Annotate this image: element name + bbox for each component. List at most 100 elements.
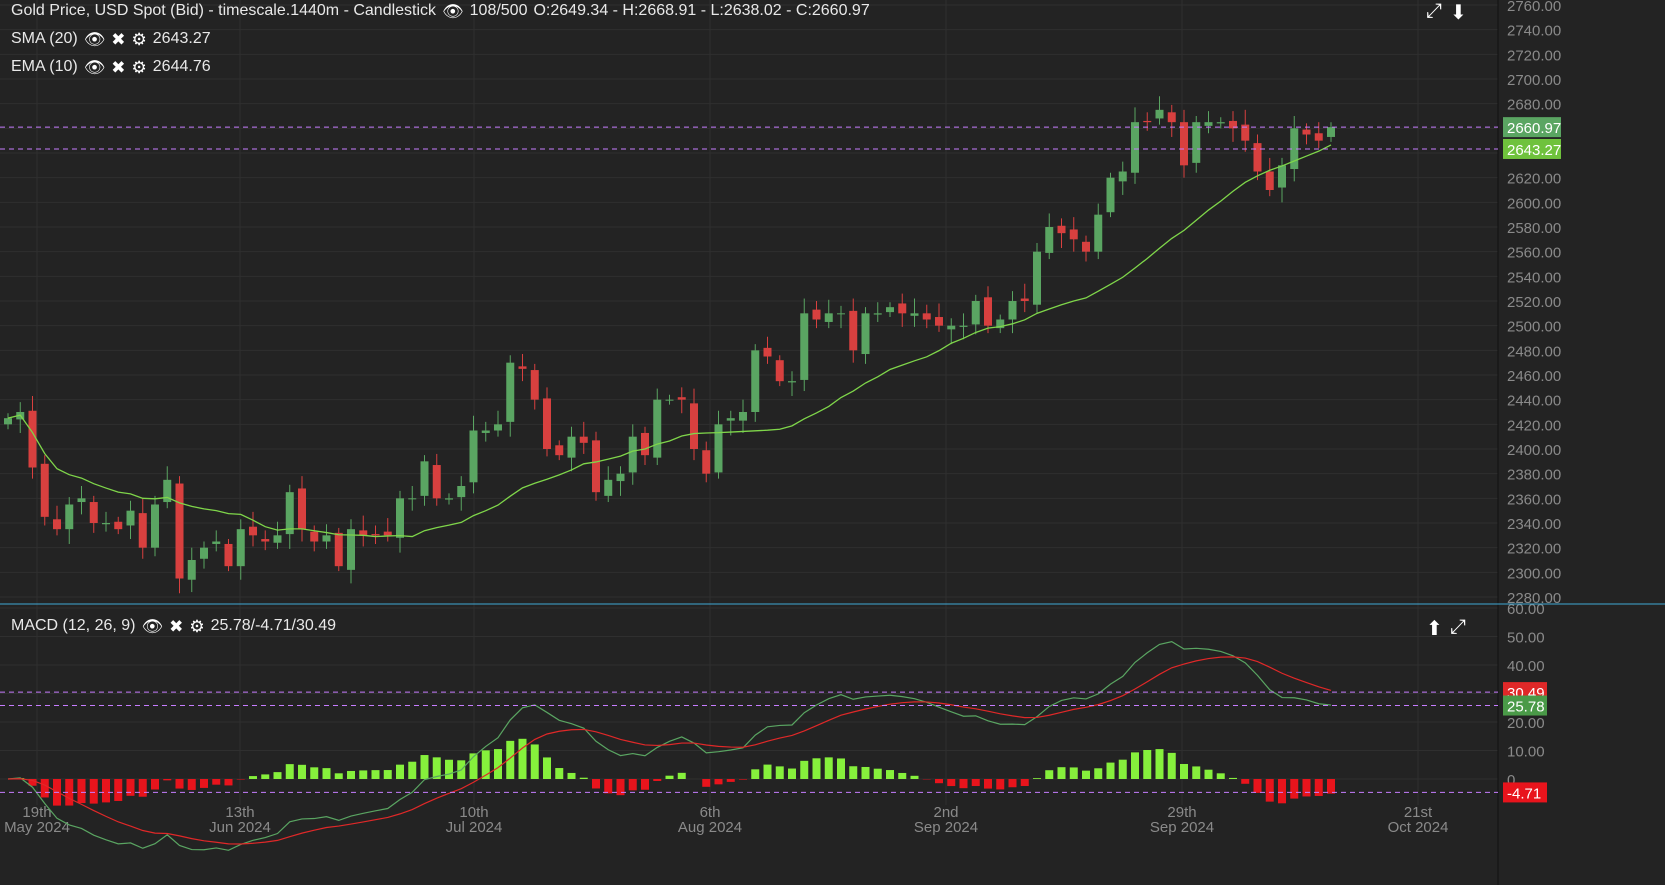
date-tick-month: May 2024 [4, 819, 70, 836]
eye-icon[interactable]: 👁 [141, 618, 163, 635]
candle-body [751, 350, 760, 412]
candle-body [1278, 165, 1286, 188]
macd-histogram-bar [677, 772, 686, 779]
candle-body [1265, 171, 1274, 190]
macd-histogram-bar [1082, 770, 1090, 779]
gear-icon[interactable]: ⚙ [189, 618, 204, 635]
candle-body [628, 436, 637, 473]
macd-value: 25.78/-4.71/30.49 [210, 617, 337, 634]
candle-body [739, 412, 747, 421]
macd-histogram-bar [163, 779, 172, 781]
macd-histogram-bar [1118, 759, 1127, 779]
candle-body [800, 313, 809, 380]
candle-body [481, 430, 490, 433]
price-badge-label: 2660.97 [1507, 120, 1561, 137]
candle-body [543, 398, 551, 449]
sma-label: SMA (20) [11, 30, 78, 47]
bar-count: 108/500 [469, 2, 528, 19]
macd-histogram-bar [1253, 779, 1262, 793]
macd-histogram-bar [1180, 763, 1188, 779]
candle-body [849, 310, 858, 351]
ema-value: 2644.76 [152, 58, 211, 75]
macd-histogram-bar [984, 779, 992, 789]
macd-histogram-bar [322, 768, 331, 779]
candle-body [910, 313, 919, 316]
macd-histogram-bar [273, 772, 282, 779]
macd-histogram-bar [579, 777, 588, 779]
candle-body [151, 504, 159, 548]
eye-icon[interactable]: 👁 [442, 3, 464, 20]
macd-histogram-bar [371, 770, 380, 779]
candle-body [788, 381, 796, 383]
price-tick: 2620.00 [1507, 171, 1561, 188]
macd-histogram-bar [261, 774, 270, 779]
candle-body [861, 313, 870, 355]
macd-tick: 50.00 [1507, 630, 1545, 647]
candle-body [1082, 241, 1090, 252]
price-tick: 2580.00 [1507, 220, 1561, 237]
candle-body [126, 510, 135, 526]
candle-body [518, 366, 527, 369]
candle-body [763, 347, 772, 357]
candle-body [494, 424, 502, 431]
close-icon[interactable]: ✖ [111, 31, 125, 48]
eye-icon[interactable]: 👁 [84, 59, 106, 76]
close-icon[interactable]: ✖ [169, 618, 183, 635]
sma-line [7, 144, 1332, 538]
macd-histogram-bar [971, 779, 980, 787]
candle-body [1216, 122, 1225, 124]
macd-histogram-bar [494, 749, 502, 779]
maximize-icon[interactable]: ⤢ [1450, 616, 1466, 639]
candle-body [592, 440, 600, 493]
candle-body [616, 473, 625, 482]
candle-body [812, 309, 821, 320]
candle-body [212, 541, 221, 544]
macd-histogram-bar [592, 779, 600, 789]
price-badge-label: 2643.27 [1507, 142, 1561, 159]
price-tick: 2740.00 [1507, 23, 1561, 40]
gear-icon[interactable]: ⚙ [132, 31, 147, 48]
macd-histogram-bar [714, 779, 723, 785]
gear-icon[interactable]: ⚙ [132, 59, 147, 76]
macd-histogram-bar [996, 779, 1005, 790]
price-chart[interactable]: 2760.00 2740.00 2720.00 2700.00 2680.00 2660.… [0, 0, 1665, 885]
macd-histogram-bar [114, 779, 123, 801]
macd-histogram-bar [543, 757, 551, 779]
macd-histogram-bar [383, 770, 392, 779]
candle-body [690, 403, 698, 449]
move-up-icon[interactable]: ⬆ [1426, 616, 1443, 641]
macd-histogram-bar [726, 779, 735, 782]
macd-histogram-bar [886, 770, 894, 779]
candle-body [922, 313, 931, 320]
price-tick: 2440.00 [1507, 393, 1561, 410]
close-icon[interactable]: ✖ [111, 59, 125, 76]
price-tick: 2520.00 [1507, 294, 1561, 311]
price-tick: 2560.00 [1507, 245, 1561, 262]
macd-histogram-bar [849, 766, 858, 779]
candle-body [1192, 122, 1201, 163]
candle-body [40, 463, 49, 517]
macd-histogram-bar [1155, 749, 1164, 779]
macd-histogram-bar [1020, 779, 1029, 787]
candle-body [506, 362, 515, 422]
macd-histogram-bar [359, 770, 368, 779]
candle-body [873, 313, 882, 315]
candle-body [653, 399, 662, 458]
candle-body [530, 370, 539, 400]
macd-histogram-bar [212, 779, 221, 785]
maximize-icon[interactable]: ⤢ [1426, 0, 1442, 23]
candle-body [579, 436, 588, 443]
eye-icon[interactable]: 👁 [84, 31, 106, 48]
macd-histogram-bar [200, 779, 208, 788]
macd-histogram-bar [1278, 779, 1286, 804]
move-down-icon[interactable]: ⬇ [1450, 0, 1467, 25]
candle-body [665, 399, 674, 401]
macd-badge-label: 25.78 [1507, 699, 1545, 716]
macd-histogram-bar [1327, 779, 1335, 794]
macd-histogram-bar [1302, 779, 1311, 797]
candle-body [971, 301, 980, 325]
macd-tick: 40.00 [1507, 658, 1545, 675]
candle-body [824, 313, 833, 322]
macd-histogram-bar [1008, 779, 1017, 788]
macd-histogram-bar [102, 779, 110, 803]
